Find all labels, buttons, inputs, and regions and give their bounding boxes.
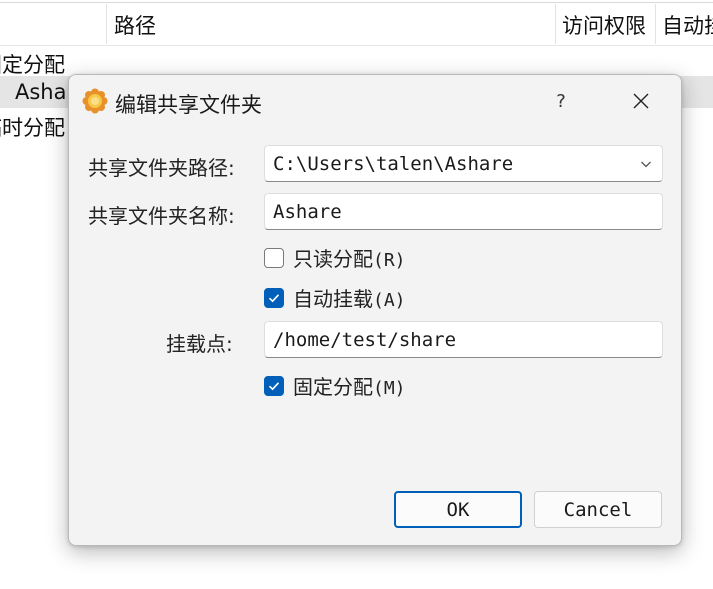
folder-name-value: Ashare [273, 200, 342, 223]
readonly-checkbox-row[interactable]: 只读分配(R) [264, 243, 406, 272]
column-separator [655, 4, 656, 44]
virtualbox-app-icon [82, 88, 108, 114]
ok-button[interactable]: OK [394, 491, 522, 528]
close-icon [633, 93, 649, 109]
automount-checkbox[interactable] [264, 287, 284, 308]
cancel-button[interactable]: Cancel [534, 491, 662, 528]
dialog-titlebar[interactable]: 编辑共享文件夹 ? [69, 75, 681, 127]
close-button[interactable] [618, 83, 664, 119]
column-separator [106, 4, 107, 44]
group-row-temporary[interactable]: 临时分配 [0, 112, 65, 142]
automount-checkbox-row[interactable]: 自动挂载(A) [264, 283, 406, 312]
column-separator [555, 4, 556, 44]
group-row-fixed[interactable]: 固定分配 [0, 49, 65, 79]
folder-path-combobox[interactable]: C:\Users\talen\Ashare [264, 145, 663, 182]
readonly-checkbox[interactable] [264, 247, 284, 268]
mount-point-field[interactable]: /home/test/share [264, 321, 663, 358]
folder-name-label: 共享文件夹名称: [88, 204, 235, 228]
permanent-checkbox-row[interactable]: 固定分配(M) [264, 371, 406, 400]
header-top-border [0, 2, 713, 3]
help-icon: ? [556, 90, 566, 112]
permanent-label: 固定分配(M) [293, 375, 406, 399]
help-button[interactable]: ? [538, 83, 584, 119]
automount-label: 自动挂载(A) [293, 287, 406, 311]
column-header-automount[interactable]: 自动挂 [662, 10, 713, 40]
checkmark-icon [268, 381, 280, 390]
mount-point-value: /home/test/share [273, 328, 457, 351]
readonly-label: 只读分配(R) [293, 247, 406, 271]
table-header: 路径 访问权限 自动挂 [0, 0, 713, 46]
checkmark-icon [268, 293, 280, 302]
folder-path-value: C:\Users\talen\Ashare [273, 152, 514, 175]
permanent-checkbox[interactable] [264, 375, 284, 396]
folder-name-field[interactable]: Ashare [264, 193, 663, 230]
dialog-title: 编辑共享文件夹 [115, 93, 262, 117]
mount-point-label: 挂载点: [166, 332, 233, 356]
column-header-path[interactable]: 路径 [114, 10, 156, 40]
column-header-access[interactable]: 访问权限 [562, 10, 646, 40]
edit-shared-folder-dialog: 编辑共享文件夹 ? 共享文件夹路径: C:\Users\talen\Ashare… [68, 74, 682, 546]
folder-path-label: 共享文件夹路径: [88, 156, 235, 180]
chevron-down-icon [641, 161, 651, 168]
